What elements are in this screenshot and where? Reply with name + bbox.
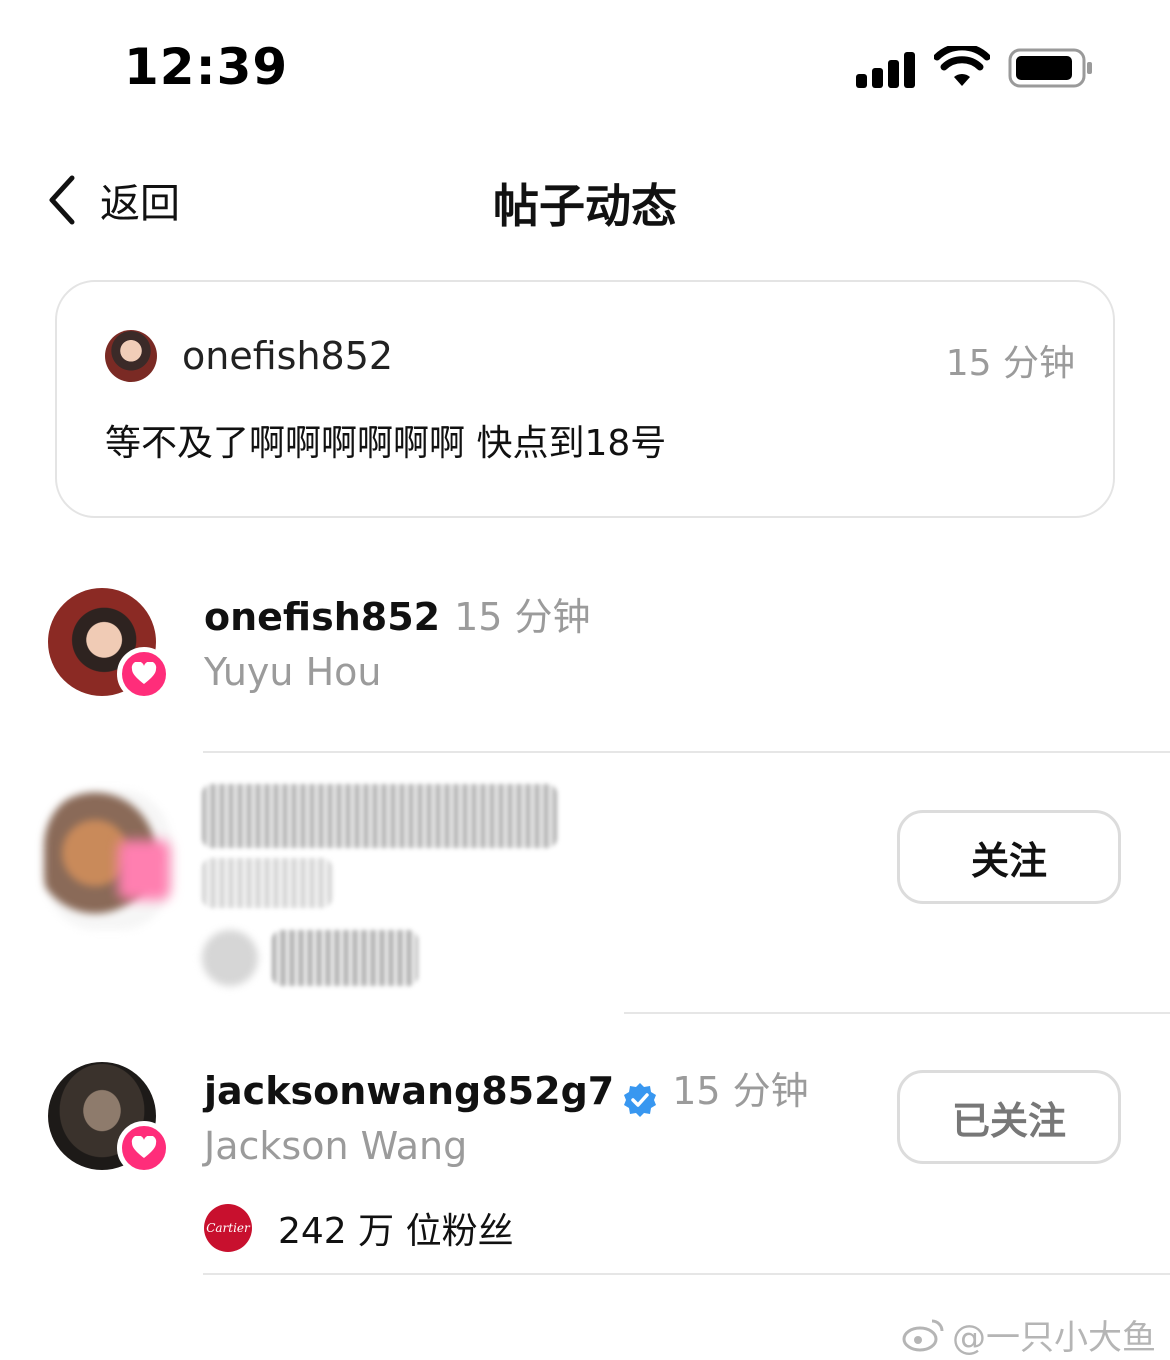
- list-item[interactable]: jacksonwang852g7 15 分钟 Jackson Wang 已关注: [0, 1060, 1170, 1274]
- follow-button[interactable]: 关注: [897, 810, 1121, 904]
- page-title: 帖子动态: [493, 179, 677, 233]
- username[interactable]: onefish852: [204, 595, 440, 639]
- username[interactable]: [202, 784, 557, 848]
- verified-badge-icon: [624, 1082, 657, 1117]
- divider: [203, 751, 1170, 753]
- brand-logo: Cartier: [204, 1204, 252, 1252]
- full-name: [202, 858, 332, 908]
- list-item[interactable]: 关注: [0, 770, 1170, 1012]
- activity-time: 15 分钟: [454, 595, 591, 639]
- battery-icon: [1008, 48, 1092, 88]
- status-bar: 12:39: [0, 0, 1170, 130]
- list-item[interactable]: onefish852 15 分钟 Yuyu Hou: [0, 586, 1170, 752]
- cellular-signal-icon: [856, 50, 916, 88]
- brand-logo: [202, 930, 258, 986]
- following-button[interactable]: 已关注: [897, 1070, 1121, 1164]
- heart-badge: [117, 647, 171, 701]
- watermark: @一只小大鱼: [902, 1310, 1156, 1359]
- divider: [203, 1273, 1170, 1275]
- followers-info: Cartier 242 万 位粉丝: [204, 1202, 514, 1254]
- heart-icon: [131, 1136, 157, 1158]
- heart-icon: [131, 662, 157, 684]
- heart-badge: [117, 1121, 171, 1175]
- status-time: 12:39: [124, 38, 289, 96]
- post-username[interactable]: onefish852: [182, 334, 393, 378]
- username-line: onefish852 15 分钟: [204, 586, 591, 641]
- wifi-icon: [934, 46, 990, 86]
- activity-time: 15 分钟: [672, 1069, 809, 1113]
- nav-bar: 返回 帖子动态: [0, 150, 1170, 250]
- watermark-text: @一只小大鱼: [952, 1318, 1156, 1358]
- post-text: 等不及了啊啊啊啊啊啊 快点到18号: [105, 423, 667, 464]
- username[interactable]: jacksonwang852g7: [204, 1069, 614, 1113]
- post-time: 15 分钟: [945, 343, 1075, 384]
- brand-logo-text: Cartier: [206, 1221, 250, 1235]
- full-name: Yuyu Hou: [204, 650, 382, 694]
- divider: [624, 1012, 1170, 1014]
- username-line: jacksonwang852g7 15 分钟: [204, 1060, 809, 1118]
- full-name: Jackson Wang: [204, 1124, 468, 1168]
- followers-count: 242 万 位粉丝: [278, 1211, 514, 1252]
- followers-count: [272, 930, 418, 986]
- heart-badge: [118, 840, 170, 900]
- post-card[interactable]: onefish852 15 分钟 等不及了啊啊啊啊啊啊 快点到18号: [55, 280, 1115, 518]
- weibo-logo-icon: [902, 1319, 944, 1351]
- avatar[interactable]: [105, 330, 157, 382]
